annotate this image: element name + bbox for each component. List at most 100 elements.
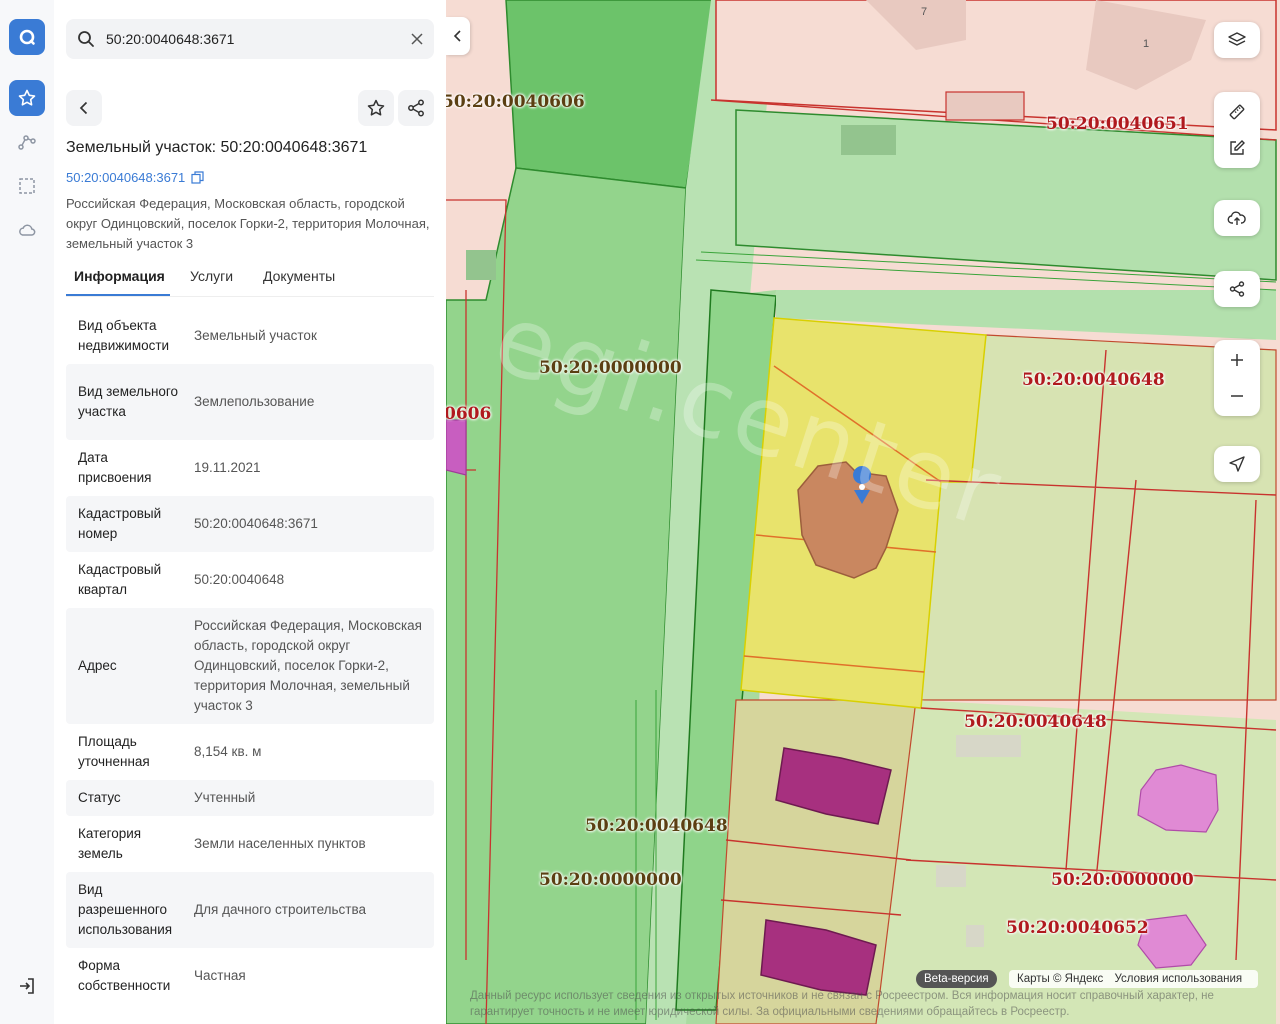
cadastral-label: 50:20:0000000 [539,870,682,890]
cloud-upload-icon [1227,211,1246,225]
app-logo-icon[interactable] [9,19,45,55]
object-title: Земельный участок: 50:20:0040648:3671 [66,139,368,156]
area-select-icon[interactable] [9,168,45,204]
add-favorite-button[interactable] [358,90,394,126]
info-key: Вид земельного участка [78,384,179,419]
tab-information[interactable]: Информация [74,268,165,294]
info-value: Земельный участок [194,328,317,343]
zoom-control[interactable] [1214,340,1260,416]
cadastral-label: 50:20:0040606 [446,92,585,112]
chevron-left-icon [79,101,88,115]
back-button[interactable] [66,90,102,126]
beta-badge: Beta-версия [916,970,997,988]
map-attribution: Карты © Яндекс Условия использования [1009,970,1259,988]
cadastral-label: 50:20:0040648 [964,712,1107,732]
ruler-button[interactable] [1214,94,1260,130]
plus-icon [1231,354,1243,366]
table-row: Кадастровый номер 50:20:0040648:3671 [66,496,434,552]
cloud-icon[interactable] [9,212,45,248]
collapse-panel-button[interactable] [446,17,470,55]
info-value: 8,154 кв. м [194,744,262,759]
yandex-copyright-link[interactable]: Карты © Яндекс [1017,973,1103,985]
active-tab-indicator [66,294,170,296]
tab-documents[interactable]: Документы [263,268,335,294]
share-icon [1229,281,1245,297]
edit-button[interactable] [1214,130,1260,166]
cadastral-label: 50:20:0040652 [1006,918,1149,938]
info-value: Землепользование [194,394,315,409]
info-key: Дата присвоения [78,450,152,485]
info-key: Категория земель [78,826,142,861]
cadastral-label: 0606 [446,404,492,424]
table-row: Кадастровый квартал 50:20:0040648 [66,552,434,608]
table-row: Адрес Российская Федерация, Московская об… [66,608,434,724]
table-row: Форма собственности Частная [66,948,434,1004]
geolocation-button[interactable] [1214,446,1260,482]
layers-icon [1228,32,1246,46]
tab-services[interactable]: Услуги [190,268,233,294]
copy-icon[interactable] [191,171,204,184]
navigation-arrow-icon [1229,456,1245,472]
table-row: Площадь уточненная 8,154 кв. м [66,724,434,780]
info-key: Форма собственности [78,958,171,993]
clear-search-icon[interactable] [408,30,426,48]
cadastral-number-text[interactable]: 50:20:0040648:3671 [66,170,185,185]
info-value: Частная [194,968,246,983]
info-table: Вид объекта недвижимости Земельный участо… [66,308,434,1004]
table-row: Вид земельного участка Землепользование [66,364,434,440]
cadastral-label: 50:20:0040648 [1022,370,1165,390]
house-number-label: 1 [1143,38,1150,50]
login-icon[interactable] [9,968,45,1004]
cadastral-label: 50:20:0040648 [585,816,728,836]
layers-control[interactable] [1214,22,1260,58]
upload-button[interactable] [1214,200,1260,236]
info-value: Для дачного строительства [194,902,367,917]
info-value: 50:20:0040648:3671 [194,516,318,531]
favorites-icon[interactable] [9,80,45,116]
info-value: Российская Федерация, Московская область… [194,618,422,713]
info-value: Земли населенных пунктов [194,836,366,851]
cadastral-label: 50:20:0000000 [1051,870,1194,890]
tools-control[interactable] [1214,92,1260,168]
info-value: 19.11.2021 [194,460,261,475]
info-key: Кадастровый номер [78,506,162,541]
edit-icon [1230,140,1245,155]
info-key: Вид объекта недвижимости [78,318,170,353]
share-map-button[interactable] [1214,271,1260,307]
search-input[interactable]: 50:20:0040648:3671 [106,31,234,47]
left-rail [0,0,55,1024]
zoom-out-button[interactable] [1214,378,1260,414]
map-canvas[interactable]: egi.center 7 1 50:20:0040606 50:20:00406… [446,0,1280,1024]
info-value: Учтенный [194,790,256,805]
chevron-left-icon [453,30,461,42]
table-row: Вид объекта недвижимости Земельный участо… [66,308,434,364]
table-row: Статус Учтенный [66,780,434,816]
object-info-panel: 50:20:0040648:3671 Земельный участок: 50… [54,0,446,1024]
star-icon [367,99,385,116]
upload-control[interactable] [1214,200,1260,236]
share-icon [408,99,424,117]
info-key: Статус [78,790,121,805]
object-address: Российская Федерация, Московская область… [66,196,430,251]
cadastral-number-link[interactable]: 50:20:0040648:3671 [66,170,204,185]
geolocation-control[interactable] [1214,446,1260,482]
info-key: Кадастровый квартал [78,562,162,597]
layers-button[interactable] [1214,22,1260,58]
minus-icon [1231,395,1243,397]
zoom-in-button[interactable] [1214,342,1260,378]
share-button[interactable] [398,90,434,126]
search-bar[interactable]: 50:20:0040648:3671 [66,19,434,59]
cadastral-label: 50:20:0000000 [539,358,682,378]
search-icon [78,31,94,47]
cadastral-label: 50:20:0040651 [1046,114,1189,134]
disclaimer-text: Данный ресурс использует сведения из отк… [470,990,1214,1018]
ruler-icon [1229,104,1245,120]
tab-bar: Информация Услуги Документы [66,264,434,297]
house-number-label: 7 [921,6,928,18]
info-key: Вид разрешенного использования [78,882,173,937]
table-row: Дата присвоения 19.11.2021 [66,440,434,496]
measure-route-icon[interactable] [9,124,45,160]
info-value: 50:20:0040648 [194,572,285,587]
terms-of-use-link[interactable]: Условия использования [1115,973,1243,985]
share-map-control[interactable] [1214,271,1260,307]
